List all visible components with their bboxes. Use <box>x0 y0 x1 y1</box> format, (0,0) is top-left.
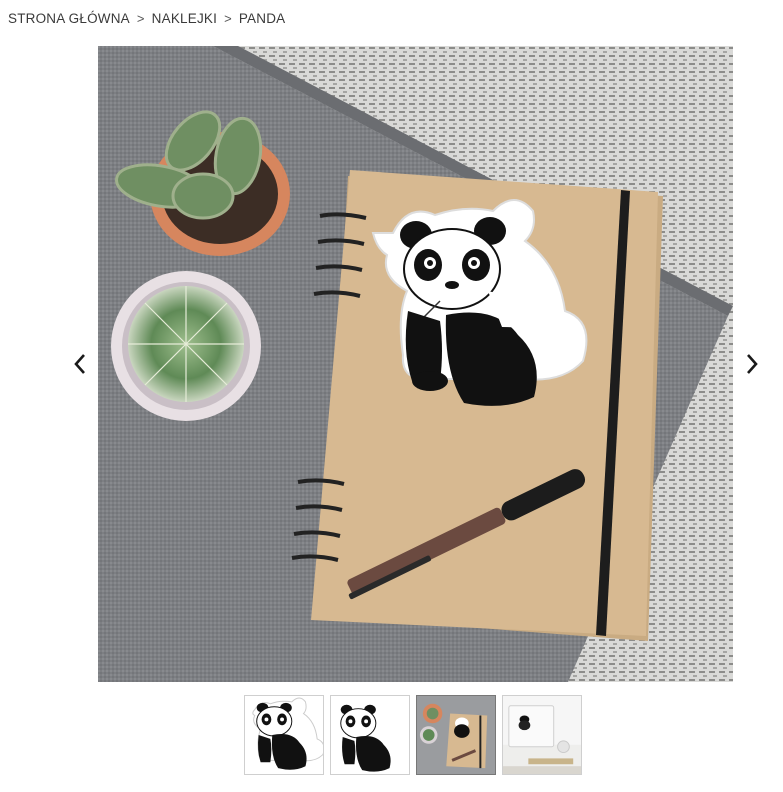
previous-image-button[interactable] <box>69 350 91 378</box>
thumbnail-2[interactable] <box>330 695 410 775</box>
breadcrumb-separator: > <box>224 10 232 26</box>
chevron-left-icon <box>74 354 85 374</box>
product-photo <box>98 46 733 682</box>
breadcrumb-current-page: PANDA <box>238 10 286 26</box>
notebook-mockup-thumbnail <box>417 696 495 774</box>
thumbnail-1[interactable] <box>244 695 324 775</box>
thumbnail-4[interactable] <box>502 695 582 775</box>
breadcrumb-home-link[interactable]: STRONA GŁÓWNA <box>8 11 130 26</box>
thumbnail-strip <box>244 695 582 775</box>
breadcrumb: STRONA GŁÓWNA > NAKLEJKI > PANDA <box>8 9 285 27</box>
main-product-image <box>98 46 733 682</box>
next-image-button[interactable] <box>741 350 763 378</box>
thumbnail-3-selected[interactable] <box>416 695 496 775</box>
laptop-mockup-thumbnail <box>503 696 581 774</box>
breadcrumb-separator: > <box>136 10 145 26</box>
breadcrumb-stickers-link[interactable]: NAKLEJKI <box>152 11 217 26</box>
chevron-right-icon <box>747 354 758 374</box>
panda-design-thumbnail <box>331 696 409 774</box>
panda-sticker-thumbnail <box>245 696 323 774</box>
